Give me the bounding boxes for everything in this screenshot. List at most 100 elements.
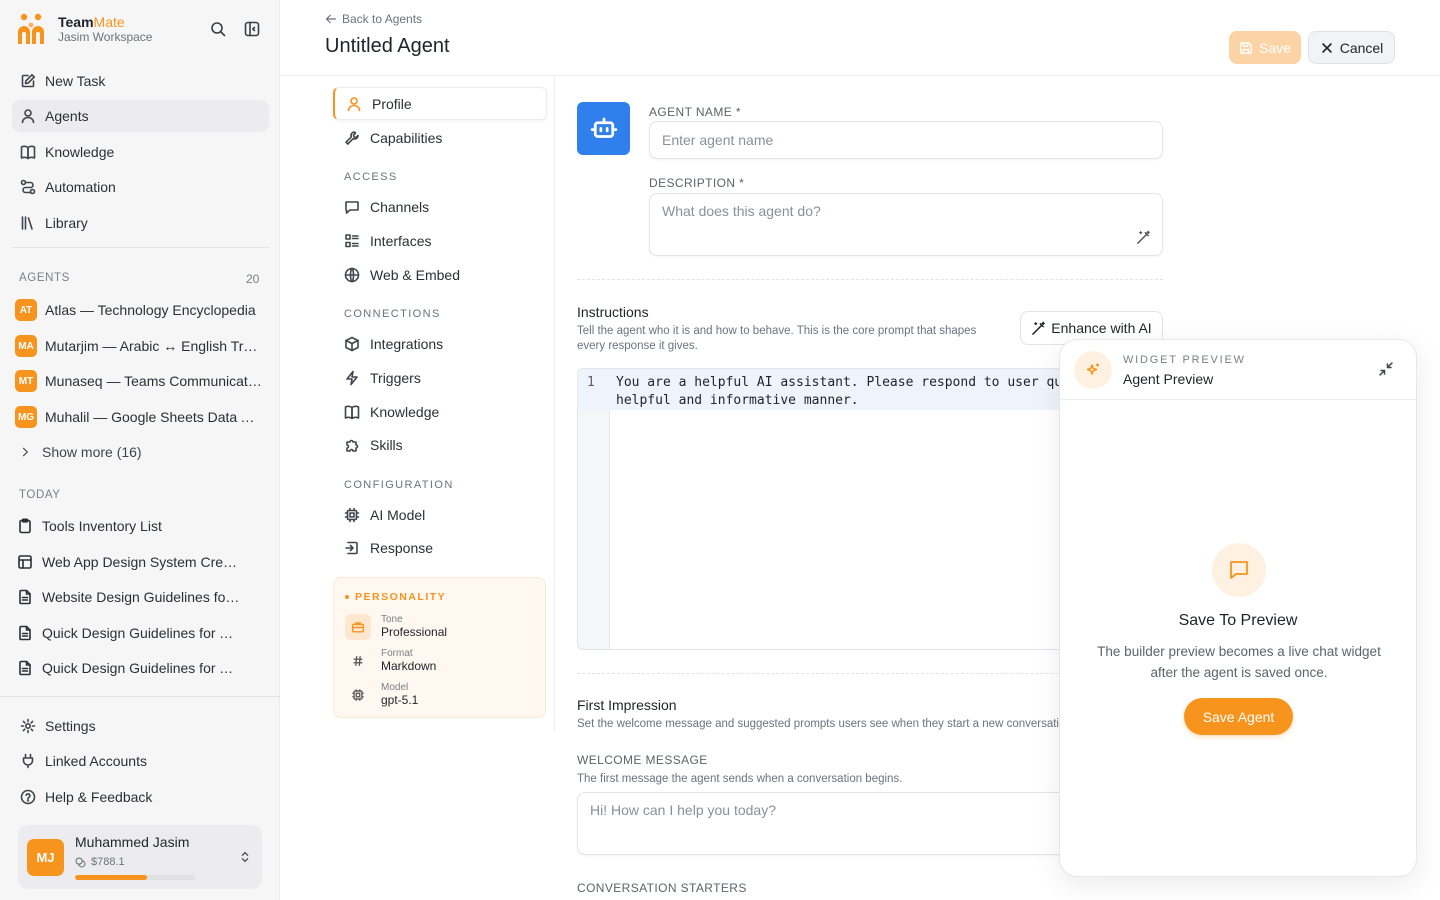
tab-label: Triggers [370,369,421,386]
instructions-description: Tell the agent who it is and how to beha… [577,325,977,352]
tab-web-embed[interactable]: Web & Embed [333,258,547,291]
task-list-item[interactable]: Web App Design System Creation [17,550,242,574]
sidebar-item-settings[interactable]: Settings [12,710,269,742]
sidebar-item-library[interactable]: Library [12,207,269,239]
chevron-up-down-icon[interactable] [238,850,252,864]
personality-title: PERSONALITY [345,591,446,603]
cpu-icon [344,507,360,523]
close-icon [1320,41,1334,55]
agent-avatar: MA [15,335,37,357]
list-icon [344,233,360,249]
tab-capabilities[interactable]: Capabilities [333,121,547,154]
agent-list-item[interactable]: MG Muhalil — Google Sheets Data Analyst [15,405,265,429]
save-agent-button[interactable]: Save Agent [1184,698,1293,735]
widget-description: The builder preview becomes a live chat … [1097,644,1381,680]
tab-channels[interactable]: Channels [333,190,547,223]
tab-ai-model[interactable]: AI Model [333,498,547,531]
sidebar-item-label: Help & Feedback [45,789,153,805]
agent-name: Atlas — Technology Encyclopedia [45,302,256,318]
tab-label: Profile [372,95,412,112]
widget-preview-panel: WIDGET PREVIEW Agent Preview Save To Pre… [1059,339,1417,877]
sidebar-item-linked-accounts[interactable]: Linked Accounts [12,745,269,777]
agents-section-label: AGENTS [19,272,70,284]
back-to-agents-link[interactable]: Back to Agents [325,12,422,26]
tab-knowledge[interactable]: Knowledge [333,395,547,428]
instructions-title: Instructions [577,304,649,320]
hash-icon [345,648,371,674]
sidebar-item-new-task[interactable]: New Task [12,65,269,97]
task-list-item[interactable]: Quick Design Guidelines for Ta... [17,621,242,645]
description-label: DESCRIPTION * [649,176,745,190]
agent-avatar: AT [15,299,37,321]
user-menu[interactable]: MJ Muhammed Jasim $788.1 [18,825,262,889]
personality-tone: Tone Professional [345,614,447,640]
zap-icon [344,370,360,386]
description-textarea[interactable]: What does this agent do? [649,193,1163,256]
agent-name-input[interactable]: Enter agent name [649,121,1163,159]
task-list-item[interactable]: Quick Design Guidelines for Ta... [17,656,242,680]
clipboard-icon [17,518,33,534]
help-icon [20,789,36,805]
edit-icon [20,73,36,89]
cancel-label: Cancel [1339,39,1384,56]
brand[interactable]: TeamMate Jasim Workspace [16,12,152,46]
today-section-label: TODAY [19,489,61,501]
task-title: Web App Design System Creation [42,554,240,570]
first-impression-title: First Impression [577,697,677,713]
show-more-label: Show more (16) [42,444,142,460]
credit-balance: $788.1 [75,856,125,868]
tab-response[interactable]: Response [333,531,547,564]
show-more-button[interactable]: Show more (16) [19,444,142,460]
sidebar-item-help[interactable]: Help & Feedback [12,781,269,813]
tab-profile[interactable]: Profile [333,87,547,120]
agent-avatar-picker[interactable] [577,102,630,155]
tab-triggers[interactable]: Triggers [333,361,547,394]
tab-label: AI Model [370,506,426,523]
page-title: Untitled Agent [325,35,450,57]
connections-section-label: CONNECTIONS [344,308,441,320]
sidebar-item-label: Knowledge [45,144,115,160]
search-icon[interactable] [210,21,226,37]
sidebar-toggle-icon[interactable] [244,21,260,37]
box-icon [344,336,360,352]
save-button[interactable]: Save [1229,31,1301,64]
sidebar-item-automation[interactable]: Automation [12,171,269,203]
user-icon [20,108,36,124]
cancel-button[interactable]: Cancel [1308,31,1395,64]
sidebar-item-knowledge[interactable]: Knowledge [12,136,269,168]
file-icon [17,660,33,676]
conversation-starters-label: CONVERSATION STARTERS [577,881,747,895]
header-divider [280,75,1440,76]
configuration-section-label: CONFIGURATION [344,479,454,491]
tab-label: Skills [370,436,403,453]
tab-integrations[interactable]: Integrations [333,327,547,360]
cpu-icon [345,682,371,708]
personality-model: Model gpt-5.1 [345,682,418,708]
task-list-item[interactable]: Website Design Guidelines for ... [17,585,242,609]
credit-amount: $788.1 [91,856,125,868]
personality-format: Format Markdown [345,648,436,674]
credit-progress-bar [75,875,195,880]
task-list-item[interactable]: Tools Inventory List [17,514,242,538]
save-label: Save [1259,39,1291,56]
sidebar: TeamMate Jasim Workspace New Task Agents… [0,0,280,900]
magic-wand-icon[interactable] [1136,230,1151,245]
section-divider [577,279,1163,280]
task-title: Website Design Guidelines for ... [42,589,240,605]
back-link-label: Back to Agents [342,12,423,26]
message-icon [344,199,360,215]
widget-header: WIDGET PREVIEW Agent Preview [1060,340,1416,400]
sidebar-item-agents[interactable]: Agents [12,100,269,132]
sidebar-item-label: Settings [45,718,96,734]
minimize-icon[interactable] [1378,361,1394,377]
agent-list-item[interactable]: MA Mutarjim — Arabic ↔ English Translato… [15,334,265,358]
tab-skills[interactable]: Skills [333,428,547,461]
workspace-name: Jasim Workspace [58,30,153,44]
chat-bubble-icon [1212,543,1266,597]
enhance-label: Enhance with AI [1051,320,1152,336]
agent-list-item[interactable]: AT Atlas — Technology Encyclopedia [15,298,265,322]
sidebar-item-label: Agents [45,108,89,124]
agent-list-item[interactable]: MT Munaseq — Teams Communication [15,369,265,393]
task-title: Quick Design Guidelines for Ta... [42,625,240,641]
tab-interfaces[interactable]: Interfaces [333,224,547,257]
